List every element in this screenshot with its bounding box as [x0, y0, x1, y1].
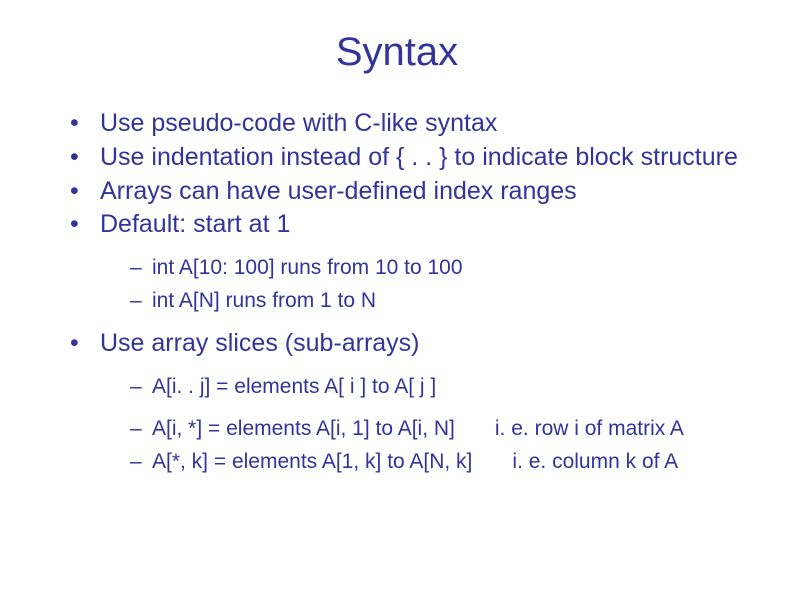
bullet-item: Default: start at 1 int A[10: 100] runs … — [70, 208, 744, 317]
sub-bullet-item: A[*, k] = elements A[1, k] to A[N, k] i.… — [130, 446, 744, 479]
sub-bullet-item: A[i, *] = elements A[i, 1] to A[i, N] i.… — [130, 413, 744, 446]
bullet-text: Default: start at 1 — [100, 210, 290, 238]
bullet-list: Use pseudo-code with C-like syntax Use i… — [50, 107, 744, 478]
sub-bullet-item: int A[N] runs from 1 to N — [130, 285, 744, 318]
sub-bullet-item: A[i. . j] = elements A[ i ] to A[ j ] — [130, 371, 744, 404]
bullet-text: Use array slices (sub-arrays) — [100, 329, 420, 357]
bullet-item: Use pseudo-code with C-like syntax — [70, 107, 744, 141]
bullet-item: Arrays can have user-defined index range… — [70, 175, 744, 209]
sub-bullet-left: A[i, *] = elements A[i, 1] to A[i, N] — [152, 413, 455, 446]
sub-bullet-item: int A[10: 100] runs from 10 to 100 — [130, 252, 744, 285]
sub-bullet-right: i. e. column k of A — [512, 446, 678, 479]
sub-bullet-left: A[*, k] = elements A[1, k] to A[N, k] — [152, 446, 472, 479]
sub-bullet-right: i. e. row i of matrix A — [495, 413, 684, 446]
bullet-item: Use array slices (sub-arrays) A[i. . j] … — [70, 327, 744, 478]
sub-bullet-list: A[i. . j] = elements A[ i ] to A[ j ] A[… — [100, 371, 744, 479]
sub-bullet-list: int A[10: 100] runs from 10 to 100 int A… — [100, 252, 744, 317]
bullet-item: Use indentation instead of { . . } to in… — [70, 141, 744, 175]
slide-title: Syntax — [50, 30, 744, 75]
